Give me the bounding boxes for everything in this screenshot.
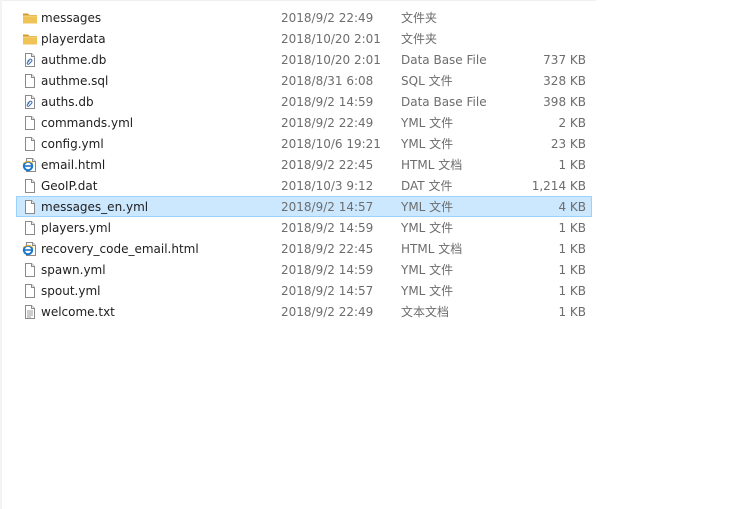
file-size: 2 KB bbox=[558, 116, 586, 130]
file-explorer-window: messages 2018/9/2 22:49 文件夹 playerdata 2018/… bbox=[0, 0, 736, 509]
file-modified-date: 2018/9/2 14:59 bbox=[281, 95, 374, 109]
file-modified-date: 2018/10/20 2:01 bbox=[281, 32, 381, 46]
file-row[interactable]: recovery_code_email.html 2018/9/2 22:45 HT… bbox=[16, 238, 592, 259]
database-file-icon bbox=[22, 52, 38, 68]
file-size: 1 KB bbox=[558, 305, 586, 319]
file-type: YML 文件 bbox=[401, 200, 454, 214]
file-name: playerdata bbox=[41, 32, 106, 46]
file-type: YML 文件 bbox=[401, 263, 454, 277]
file-row[interactable]: players.yml 2018/9/2 14:59 YML 文件 1 KB bbox=[16, 217, 592, 238]
file-type: HTML 文档 bbox=[401, 242, 463, 256]
file-row[interactable]: email.html 2018/9/2 22:45 HTML 文档 1 KB bbox=[16, 154, 592, 175]
file-modified-date: 2018/10/3 9:12 bbox=[281, 179, 374, 193]
file-modified-date: 2018/9/2 22:45 bbox=[281, 158, 374, 172]
file-size: 1 KB bbox=[558, 263, 586, 277]
file-size: 1,214 KB bbox=[531, 179, 586, 193]
file-type: HTML 文档 bbox=[401, 158, 463, 172]
file-modified-date: 2018/9/2 14:57 bbox=[281, 284, 374, 298]
folder-icon bbox=[22, 10, 38, 26]
file-icon bbox=[22, 73, 38, 89]
file-name: messages_en.yml bbox=[41, 200, 149, 214]
file-type: YML 文件 bbox=[401, 221, 454, 235]
file-type: 文件夹 bbox=[401, 11, 438, 25]
file-size: 1 KB bbox=[558, 284, 586, 298]
file-size: 1 KB bbox=[558, 158, 586, 172]
file-row[interactable]: spout.yml 2018/9/2 14:57 YML 文件 1 KB bbox=[16, 280, 592, 301]
file-modified-date: 2018/10/6 19:21 bbox=[281, 137, 381, 151]
file-name: authme.db bbox=[41, 53, 107, 67]
file-name: auths.db bbox=[41, 95, 94, 109]
left-border bbox=[0, 0, 2, 509]
file-name: spawn.yml bbox=[41, 263, 106, 277]
html-file-icon bbox=[22, 241, 38, 257]
file-row[interactable]: messages 2018/9/2 22:49 文件夹 bbox=[16, 7, 592, 28]
file-row[interactable]: authme.db 2018/10/20 2:01 Data Base File 73… bbox=[16, 49, 592, 70]
file-size: 4 KB bbox=[558, 200, 586, 214]
file-modified-date: 2018/9/2 14:59 bbox=[281, 221, 374, 235]
file-name: GeoIP.dat bbox=[41, 179, 98, 193]
file-name: config.yml bbox=[41, 137, 104, 151]
file-icon bbox=[22, 262, 38, 278]
file-row[interactable]: welcome.txt 2018/9/2 22:49 文本文档 1 KB bbox=[16, 301, 592, 322]
file-modified-date: 2018/9/2 14:57 bbox=[281, 200, 374, 214]
file-modified-date: 2018/8/31 6:08 bbox=[281, 74, 374, 88]
file-type: Data Base File bbox=[401, 53, 487, 67]
file-modified-date: 2018/10/20 2:01 bbox=[281, 53, 381, 67]
file-modified-date: 2018/9/2 22:45 bbox=[281, 242, 374, 256]
file-icon bbox=[22, 115, 38, 131]
file-type: 文本文档 bbox=[401, 305, 450, 319]
file-row[interactable]: messages_en.yml 2018/9/2 14:57 YML 文件 4 KB bbox=[16, 196, 592, 217]
file-size: 1 KB bbox=[558, 242, 586, 256]
file-modified-date: 2018/9/2 22:49 bbox=[281, 11, 374, 25]
file-row[interactable]: GeoIP.dat 2018/10/3 9:12 DAT 文件 1,214 KB bbox=[16, 175, 592, 196]
folder-icon bbox=[22, 31, 38, 47]
file-row[interactable]: playerdata 2018/10/20 2:01 文件夹 bbox=[16, 28, 592, 49]
file-row[interactable]: spawn.yml 2018/9/2 14:59 YML 文件 1 KB bbox=[16, 259, 592, 280]
file-row[interactable]: auths.db 2018/9/2 14:59 Data Base File 398 … bbox=[16, 91, 592, 112]
file-modified-date: 2018/9/2 22:49 bbox=[281, 305, 374, 319]
file-type: YML 文件 bbox=[401, 137, 454, 151]
file-icon bbox=[22, 199, 38, 215]
html-file-icon bbox=[22, 157, 38, 173]
file-icon bbox=[22, 136, 38, 152]
file-name: players.yml bbox=[41, 221, 111, 235]
file-name: recovery_code_email.html bbox=[41, 242, 199, 256]
file-type: YML 文件 bbox=[401, 116, 454, 130]
file-modified-date: 2018/9/2 22:49 bbox=[281, 116, 374, 130]
file-row[interactable]: config.yml 2018/10/6 19:21 YML 文件 23 KB bbox=[16, 133, 592, 154]
file-icon bbox=[22, 220, 38, 236]
file-size: 737 KB bbox=[543, 53, 586, 67]
database-file-icon bbox=[22, 94, 38, 110]
text-file-icon bbox=[22, 304, 38, 320]
file-name: authme.sql bbox=[41, 74, 109, 88]
file-size: 1 KB bbox=[558, 221, 586, 235]
file-name: welcome.txt bbox=[41, 305, 115, 319]
file-icon bbox=[22, 178, 38, 194]
file-type: Data Base File bbox=[401, 95, 487, 109]
file-name: messages bbox=[41, 11, 102, 25]
top-border bbox=[0, 0, 596, 1]
file-row[interactable]: commands.yml 2018/9/2 22:49 YML 文件 2 KB bbox=[16, 112, 592, 133]
file-type: 文件夹 bbox=[401, 32, 438, 46]
file-size: 23 KB bbox=[550, 137, 586, 151]
file-size: 398 KB bbox=[543, 95, 586, 109]
file-name: email.html bbox=[41, 158, 106, 172]
file-type: YML 文件 bbox=[401, 284, 454, 298]
file-icon bbox=[22, 283, 38, 299]
file-type: SQL 文件 bbox=[401, 74, 453, 88]
file-modified-date: 2018/9/2 14:59 bbox=[281, 263, 374, 277]
file-type: DAT 文件 bbox=[401, 179, 453, 193]
file-size: 328 KB bbox=[543, 74, 586, 88]
file-name: commands.yml bbox=[41, 116, 134, 130]
file-list: messages 2018/9/2 22:49 文件夹 playerdata 2018/… bbox=[16, 7, 592, 322]
file-row[interactable]: authme.sql 2018/8/31 6:08 SQL 文件 328 KB bbox=[16, 70, 592, 91]
file-name: spout.yml bbox=[41, 284, 101, 298]
